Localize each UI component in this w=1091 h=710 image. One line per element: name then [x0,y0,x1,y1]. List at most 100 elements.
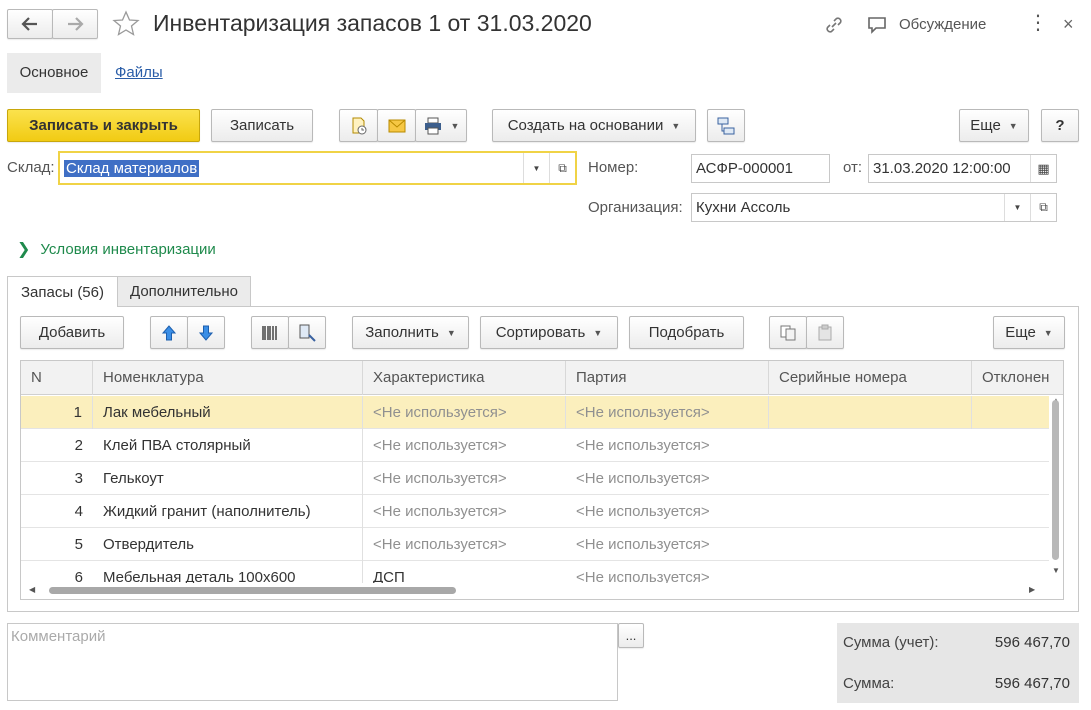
batch: <Не используется> [576,536,710,553]
arrow-right-icon [68,17,84,31]
conditions-section[interactable]: ❯ Условия инвентаризации [17,239,216,259]
star-icon[interactable] [111,9,141,39]
more-label: Еще [970,117,1001,134]
table-row[interactable]: 1 Лак мебельный <Не используется> <Не ис… [21,396,1049,429]
pick-button[interactable]: Подобрать [629,316,744,349]
data-terminal-button[interactable] [288,316,326,349]
envelope-icon [388,119,405,132]
dropdown-button[interactable]: ▼ [523,153,549,183]
table-row[interactable]: 5 Отвердитель <Не используется> <Не испо… [21,528,1049,561]
item-name: Клей ПВА столярный [93,429,363,462]
calendar-icon[interactable]: ▦ [1030,155,1056,182]
column-header-deviation[interactable]: Отклонен [972,361,1063,395]
create-based-label: Создать на основании [507,117,664,134]
add-button[interactable]: Добавить [20,316,124,349]
conditions-link: Условия инвентаризации [40,240,216,258]
email-button[interactable] [377,109,416,142]
tab-stocks[interactable]: Запасы (56) [7,276,118,307]
vertical-scroll-thumb[interactable] [1052,400,1059,560]
sum-account-label: Сумма (учет): [843,634,939,651]
date-field[interactable]: 31.03.2020 12:00:00 ▦ [868,154,1057,183]
structure-button[interactable] [707,109,745,142]
scroll-right-arrow[interactable]: ▶ [1029,585,1035,594]
discussion-icon[interactable] [866,14,888,36]
help-button[interactable]: ? [1041,109,1079,142]
fill-button[interactable]: Заполнить ▼ [352,316,469,349]
attachments-button[interactable] [339,109,378,142]
horizontal-scrollbar[interactable]: ◀ ▶ [21,583,1063,599]
item-name: Отвердитель [93,528,363,561]
chevron-down-icon: ▼ [1008,120,1018,131]
discussion-link[interactable]: Обсуждение [899,16,986,33]
table-row[interactable]: 2 Клей ПВА столярный <Не используется> <… [21,429,1049,462]
back-button[interactable] [7,9,53,39]
column-header-batch[interactable]: Партия [566,361,769,395]
chevron-down-icon: ▼ [446,327,456,338]
column-header-characteristic[interactable]: Характеристика [363,361,566,395]
sum-account-value: 596 467,70 [994,634,1070,651]
barcode-icon [262,325,277,340]
dropdown-button[interactable]: ▼ [1004,194,1030,221]
move-down-button[interactable] [187,316,225,349]
table-more-button[interactable]: Еще ▼ [993,316,1065,349]
print-button[interactable]: ▼ [415,109,467,142]
comment-placeholder: Комментарий [11,628,106,645]
save-button[interactable]: Записать [211,109,313,142]
more-vertical-icon[interactable]: ⋮ [1028,13,1048,33]
scroll-down-arrow[interactable]: ▼ [1052,566,1060,575]
sort-button[interactable]: Сортировать ▼ [480,316,618,349]
table-row[interactable]: 3 Гелькоут <Не используется> <Не использ… [21,462,1049,495]
totals-panel: Сумма (учет): 596 467,70 Сумма: 596 467,… [837,623,1079,703]
tab-main[interactable]: Основное [7,53,101,93]
scroll-left-arrow[interactable]: ◀ [29,585,35,594]
horizontal-scroll-thumb[interactable] [49,587,456,594]
stocks-table[interactable]: N Номенклатура Характеристика Партия Сер… [20,360,1064,600]
link-icon[interactable] [823,14,845,36]
number-value: АСФР-000001 [696,160,793,177]
document-clock-icon [352,117,366,134]
more-button[interactable]: Еще ▼ [959,109,1029,142]
tab-additional[interactable]: Дополнительно [117,276,251,307]
move-up-button[interactable] [150,316,188,349]
column-header-n[interactable]: N [21,361,93,395]
printer-icon [424,117,441,134]
tab-files[interactable]: Файлы [115,64,163,81]
comment-field[interactable]: Комментарий [7,623,618,701]
date-label: от: [843,159,863,176]
characteristic: <Не используется> [373,437,507,454]
chevron-down-icon: ▼ [593,327,603,338]
characteristic: <Не используется> [363,396,566,429]
arrow-up-icon [161,324,177,340]
create-based-button[interactable]: Создать на основании ▼ [492,109,696,142]
column-header-item[interactable]: Номенклатура [93,361,363,395]
item-name: Гелькоут [93,462,363,495]
open-icon[interactable]: ⧉ [1030,194,1056,221]
number-field[interactable]: АСФР-000001 [691,154,830,183]
forward-button[interactable] [52,9,98,39]
open-icon[interactable]: ⧉ [549,153,575,183]
sort-label: Сортировать [495,324,586,341]
paste-icon [818,324,832,340]
vertical-scrollbar[interactable]: ▲ ▼ [1049,396,1063,583]
chevron-down-icon: ▼ [671,120,681,131]
organization-field[interactable]: Кухни Ассоль ▼ ⧉ [691,193,1057,222]
row-number: 1 [21,396,93,429]
save-and-close-button[interactable]: Записать и закрыть [7,109,200,142]
table-row[interactable]: 4 Жидкий гранит (наполнитель) <Не исполь… [21,495,1049,528]
arrow-down-icon [198,325,214,341]
table-more-label: Еще [1005,324,1036,341]
sum-label: Сумма: [843,675,895,692]
barcode-button[interactable] [251,316,289,349]
column-header-serial[interactable]: Серийные номера [769,361,972,395]
warehouse-field[interactable]: Склад материалов ▼ ⧉ [58,151,577,185]
row-number: 3 [74,470,83,487]
warehouse-label: Склад: [7,159,55,176]
chevron-down-icon: ▼ [1043,327,1053,338]
comment-edit-button[interactable]: ... [618,623,644,648]
chevron-down-icon: ▼ [450,120,460,131]
chevron-right-icon: ❯ [17,241,31,258]
paste-button[interactable] [806,316,844,349]
close-icon[interactable]: × [1063,14,1074,34]
arrow-left-icon [21,17,37,31]
copy-button[interactable] [769,316,807,349]
